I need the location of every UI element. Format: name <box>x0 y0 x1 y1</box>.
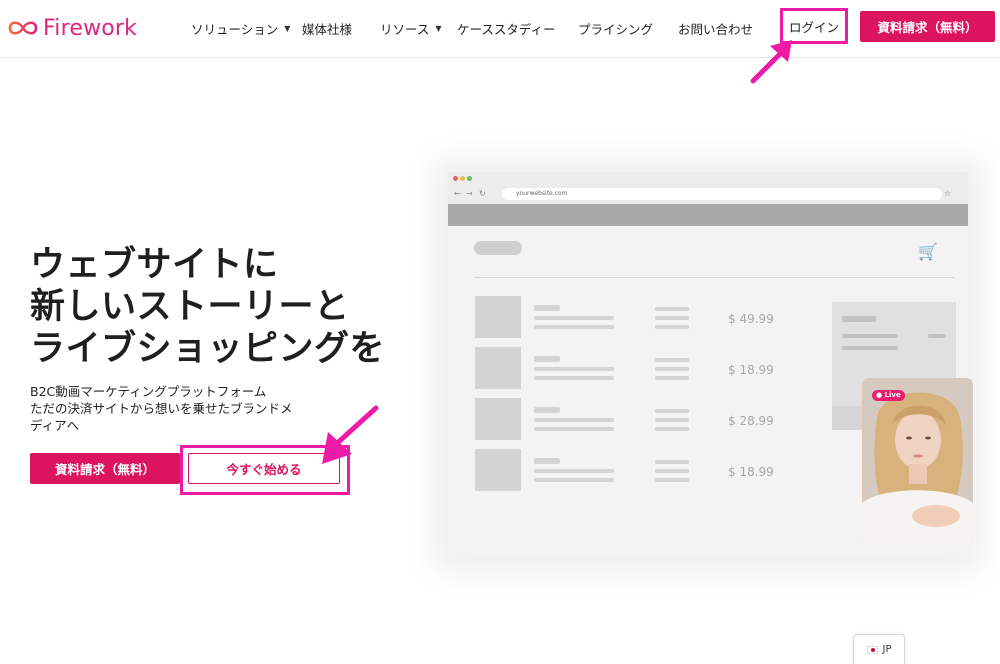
login-label: ログイン <box>788 19 839 35</box>
mockup-url-bar: yourwebsite.com <box>502 188 942 200</box>
mockup-text-line <box>842 316 876 322</box>
nav-item-solutions[interactable]: ソリューション ▼ <box>191 19 290 38</box>
cart-icon: 🛒 <box>918 242 938 261</box>
mockup-qty-line <box>655 469 689 473</box>
hero-subtitle: B2C動画マーケティングプラットフォーム ただの決済サイトから想いを乗せたブラン… <box>30 383 293 434</box>
hero-subtitle-line: ただの決済サイトから想いを乗せたブランドメ <box>30 401 293 416</box>
chevron-down-icon: ▼ <box>284 24 291 33</box>
nav-item-label: ソリューション <box>191 22 279 37</box>
mockup-divider <box>474 277 954 278</box>
language-selector[interactable]: JP <box>853 634 905 664</box>
mockup-text-line <box>534 469 614 473</box>
mockup-price: $ 28.99 <box>728 414 774 428</box>
forward-icon: → <box>466 189 473 198</box>
site-header: Firework ソリューション ▼ 媒体社様 リソース ▼ ケーススタディー … <box>0 0 1000 58</box>
hero-subtitle-line: B2C動画マーケティングプラットフォーム <box>30 384 267 399</box>
header-request-docs-button[interactable]: 資料請求（無料） <box>860 11 995 42</box>
hero-title-line: ウェブサイトに <box>30 245 279 285</box>
nav-item-label: ケーススタディー <box>457 22 556 37</box>
mockup-browser-chrome: ← → ↻ yourwebsite.com ☆ <box>448 172 968 204</box>
reload-icon: ↻ <box>479 189 486 198</box>
login-pointer-arrow <box>750 40 792 84</box>
mockup-text-line <box>534 376 614 380</box>
mockup-text-line <box>534 305 560 311</box>
mockup-price: $ 18.99 <box>728 363 774 377</box>
nav-item-label: プライシング <box>578 22 654 37</box>
infinity-logo-icon <box>8 21 38 35</box>
mockup-text-line <box>534 316 614 320</box>
chevron-down-icon: ▼ <box>435 24 442 33</box>
mockup-product-thumb <box>475 296 521 338</box>
mockup-product-thumb <box>475 347 521 389</box>
mockup-text-line <box>534 407 560 413</box>
mockup-qty-line <box>655 409 689 413</box>
window-minimize-dot <box>460 176 465 181</box>
nav-item-label: 媒体社様 <box>302 22 353 37</box>
mockup-qty-line <box>655 367 689 371</box>
hero-title: ウェブサイトに 新しいストーリーと ライブショッピングを <box>30 244 385 370</box>
language-label: JP <box>882 644 892 655</box>
mockup-price: $ 18.99 <box>728 465 774 479</box>
mockup-product-thumb <box>475 398 521 440</box>
mockup-product-thumb <box>475 449 521 491</box>
hero-request-docs-button[interactable]: 資料請求（無料） <box>30 453 180 484</box>
mockup-site-banner <box>448 204 968 226</box>
mockup-text-line <box>534 325 614 329</box>
mockup-logo-placeholder <box>474 241 522 255</box>
back-icon: ← <box>454 189 461 198</box>
live-badge: ● Live <box>872 390 905 401</box>
mockup-qty-line <box>655 376 689 380</box>
window-maximize-dot <box>467 176 472 181</box>
nav-item-pricing[interactable]: プライシング <box>578 19 653 38</box>
star-icon: ☆ <box>944 189 952 198</box>
mockup-text-line <box>842 346 898 350</box>
nav-item-publishers[interactable]: 媒体社様 <box>302 19 352 38</box>
mockup-text-line <box>534 458 560 464</box>
mockup-url: yourwebsite.com <box>516 190 568 197</box>
brand-name: Firework <box>43 15 138 41</box>
live-video-card[interactable]: ● Live <box>862 378 973 545</box>
japan-flag-icon <box>866 645 878 654</box>
firework-logo[interactable]: Firework <box>6 14 137 42</box>
live-host-photo <box>862 378 973 545</box>
window-close-dot <box>453 176 458 181</box>
hero-subtitle-line: ディアへ <box>30 418 80 433</box>
mockup-qty-line <box>655 307 689 311</box>
mockup-text-line <box>534 478 614 482</box>
mockup-qty-line <box>655 460 689 464</box>
mockup-price: $ 49.99 <box>728 312 774 326</box>
mockup-text-line <box>534 427 614 431</box>
nav-item-label: リソース <box>380 22 430 37</box>
hero-title-line: 新しいストーリーと <box>30 287 350 327</box>
mockup-qty-line <box>655 316 689 320</box>
nav-item-contact[interactable]: お問い合わせ <box>678 19 753 38</box>
start-pointer-arrow <box>322 405 379 464</box>
mockup-text-line <box>928 334 946 338</box>
mockup-qty-line <box>655 427 689 431</box>
mockup-text-line <box>534 418 614 422</box>
nav-item-case-studies[interactable]: ケーススタディー <box>457 19 556 38</box>
nav-item-resources[interactable]: リソース ▼ <box>380 19 442 38</box>
hero-title-line: ライブショッピングを <box>30 329 386 369</box>
mockup-text-line <box>534 356 560 362</box>
mockup-qty-line <box>655 418 689 422</box>
mockup-text-line <box>842 334 898 338</box>
nav-item-label: お問い合わせ <box>678 22 754 37</box>
mockup-qty-line <box>655 325 689 329</box>
mockup-text-line <box>534 367 614 371</box>
mockup-qty-line <box>655 478 689 482</box>
mockup-qty-line <box>655 358 689 362</box>
